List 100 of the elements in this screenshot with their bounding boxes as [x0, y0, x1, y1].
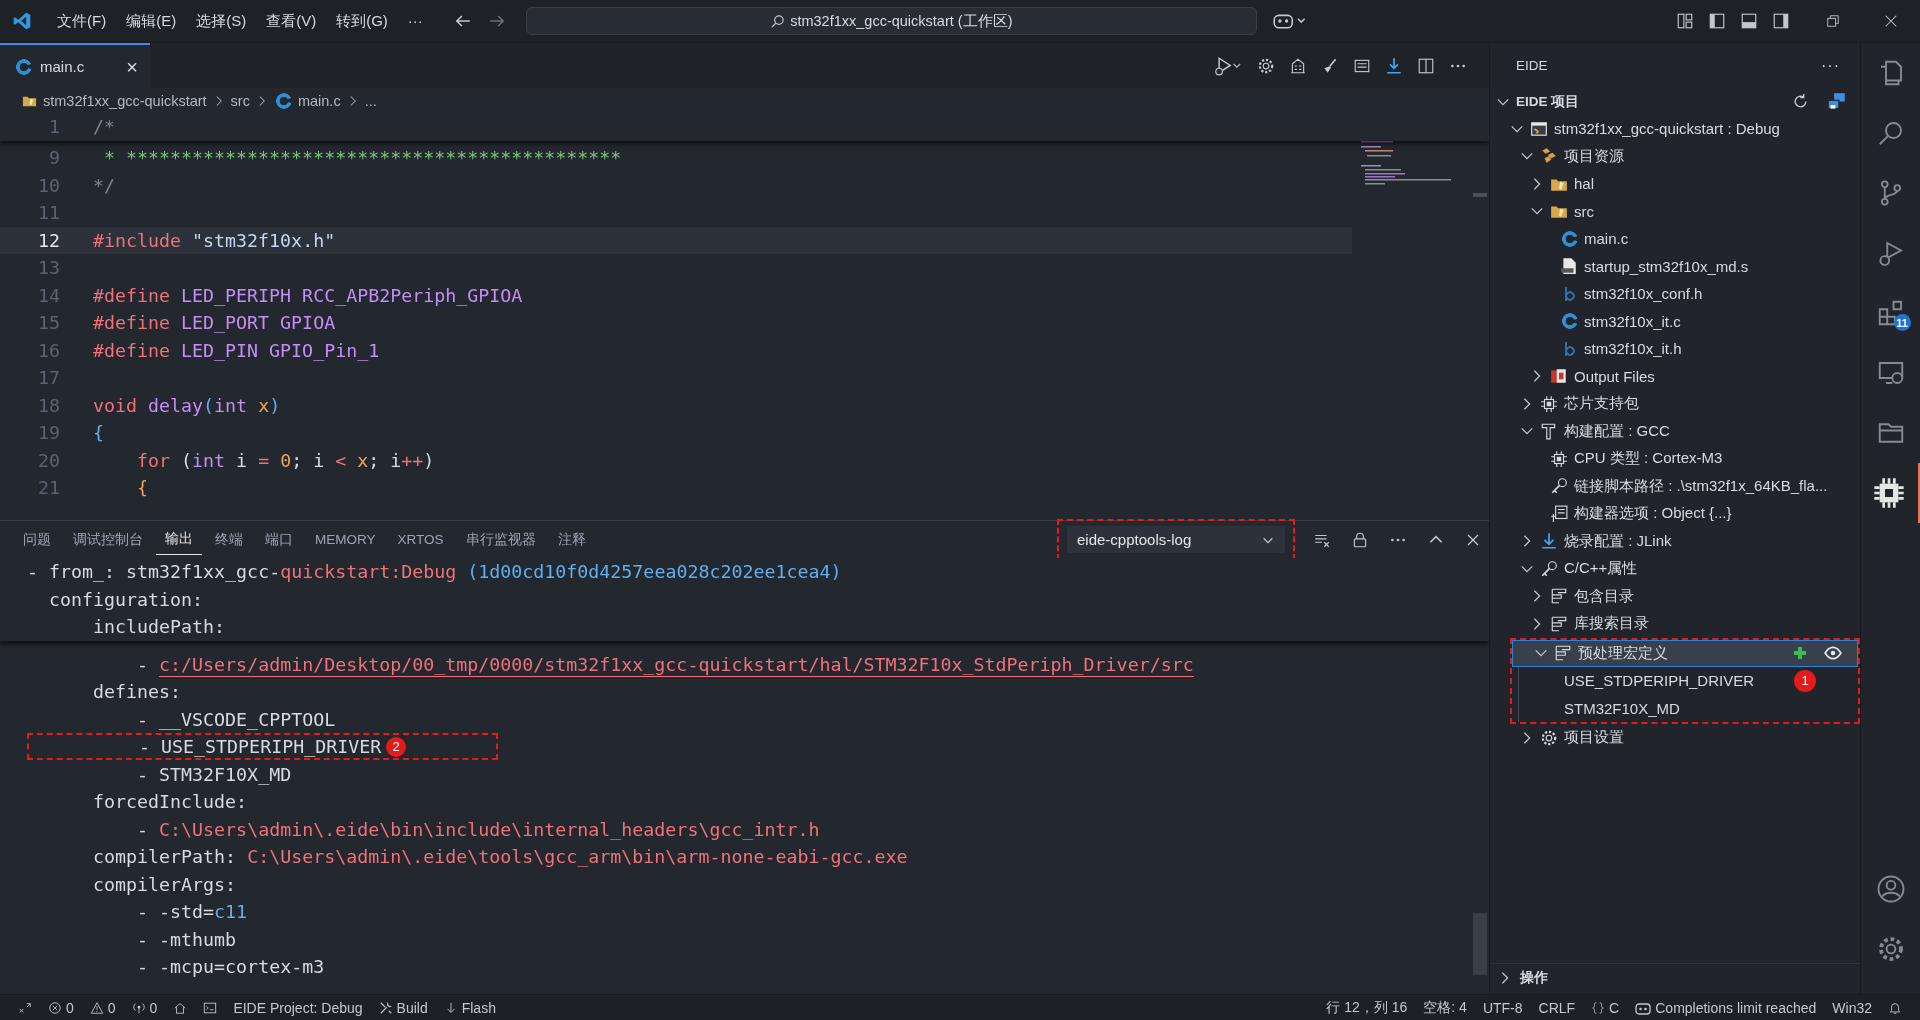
- tree-item[interactable]: 项目资源: [1490, 142, 1860, 170]
- menu-item[interactable]: ···: [398, 8, 432, 34]
- tree-item[interactable]: startup_stm32f10x_md.s: [1490, 252, 1860, 280]
- braces-icon: [1591, 1000, 1606, 1015]
- status-item[interactable]: 空格: 4: [1415, 998, 1475, 1017]
- tree-item-label: 构建器选项 : Object {...}: [1574, 504, 1732, 524]
- tree-item[interactable]: 项目设置: [1490, 724, 1860, 752]
- run-debug-icon[interactable]: [1213, 55, 1243, 76]
- layout-icon[interactable]: [1676, 12, 1694, 30]
- breadcrumb-item[interactable]: src: [230, 92, 250, 109]
- code-line: {: [136, 477, 149, 499]
- status-item[interactable]: Win32: [1824, 999, 1880, 1016]
- menu-item[interactable]: 查看(V): [257, 8, 326, 34]
- line-number: 20: [37, 449, 60, 471]
- scrollbar-thumb[interactable]: [1473, 913, 1487, 975]
- tree-item[interactable]: CPU 类型 : Cortex-M3: [1490, 445, 1860, 473]
- more-actions-button[interactable]: ···: [1821, 56, 1840, 75]
- line-number: 12: [37, 229, 60, 251]
- breadcrumb-item[interactable]: stm32f1xx_gcc-quickstart: [43, 92, 207, 109]
- settings-icon[interactable]: [1257, 56, 1275, 75]
- menu-item[interactable]: 文件(F): [48, 8, 116, 34]
- tree-item[interactable]: 包含目录: [1490, 582, 1860, 610]
- settings-icon: [1540, 728, 1558, 747]
- tree-item[interactable]: 构建配置 : GCC: [1490, 417, 1860, 445]
- scrollbar-thumb[interactable]: [1473, 193, 1487, 197]
- status-item[interactable]: Completions limit reached: [1627, 999, 1825, 1016]
- status-item[interactable]: 0: [81, 999, 124, 1016]
- tree-item[interactable]: hal: [1490, 170, 1860, 198]
- menu-item[interactable]: 选择(S): [187, 8, 256, 34]
- sidebar-toggle-icon[interactable]: [1708, 12, 1726, 30]
- windows-icon[interactable]: [1827, 92, 1846, 111]
- tree-item[interactable]: stm32f1xx_gcc-quickstart : Debug: [1490, 115, 1860, 143]
- tree-item[interactable]: Output Files: [1490, 362, 1860, 390]
- close-icon[interactable]: [1884, 14, 1898, 28]
- status-item[interactable]: Flash: [435, 999, 504, 1016]
- count-badge: 11: [1893, 314, 1911, 331]
- tree-item[interactable]: stm32f10x_conf.h: [1490, 280, 1860, 308]
- tree-item-label: STM32F10X_MD: [1564, 699, 1680, 717]
- code-line: {: [93, 422, 104, 444]
- tree-item[interactable]: stm32f10x_it.c: [1490, 307, 1860, 335]
- tree-item[interactable]: main.c: [1490, 225, 1860, 253]
- panel-tab[interactable]: 调试控制台: [64, 524, 152, 555]
- output-channel-dropdown[interactable]: eide-cpptools-log: [1067, 526, 1285, 553]
- panel-toggle-icon[interactable]: [1740, 12, 1758, 30]
- panel-tab[interactable]: 终端: [206, 524, 252, 555]
- section-title[interactable]: 操作: [1520, 969, 1548, 987]
- tree-item[interactable]: src: [1490, 197, 1860, 225]
- output-line: configuration:: [48, 588, 204, 610]
- tree-item[interactable]: 烧录配置 : JLink: [1490, 527, 1860, 555]
- terminal-icon: [203, 1000, 218, 1015]
- tree-item-label: hal: [1574, 175, 1595, 193]
- refresh-icon[interactable]: [1792, 93, 1809, 110]
- output-line: defines:: [92, 681, 182, 703]
- breadcrumb-item[interactable]: ...: [364, 92, 377, 109]
- panel-tab[interactable]: 注释: [548, 524, 595, 555]
- copilot-icon[interactable]: [1272, 12, 1307, 30]
- warning-icon: [89, 1000, 104, 1015]
- panel-tab[interactable]: 问题: [14, 524, 60, 555]
- tree-item[interactable]: 预处理宏定义: [1512, 639, 1858, 667]
- status-item[interactable]: UTF-8: [1474, 999, 1531, 1016]
- panel-tab[interactable]: 端口: [256, 524, 302, 555]
- editor-tab[interactable]: main.c ×: [0, 43, 150, 88]
- breadcrumb-item[interactable]: main.c: [297, 92, 341, 109]
- download-icon: [1540, 532, 1558, 551]
- panel-tab[interactable]: 输出: [156, 524, 202, 555]
- chip-icon[interactable]: [1873, 477, 1905, 509]
- secondary-sidebar-icon[interactable]: [1772, 12, 1790, 30]
- split-editor-icon[interactable]: [1417, 56, 1435, 75]
- status-item[interactable]: Build: [370, 999, 436, 1016]
- panel-tab[interactable]: 串行监视器: [456, 524, 545, 555]
- menu-item[interactable]: 转到(G): [327, 8, 397, 34]
- tree-item[interactable]: 构建器选项 : Object {...}: [1490, 500, 1860, 528]
- close-tab-button[interactable]: ×: [126, 56, 138, 77]
- menu-item[interactable]: 编辑(E): [117, 8, 186, 34]
- status-item[interactable]: 0: [40, 999, 82, 1016]
- panel-tab[interactable]: XRTOS: [388, 526, 453, 553]
- tree-item[interactable]: stm32f10x_it.h: [1490, 335, 1860, 363]
- building-icon[interactable]: [1289, 56, 1307, 75]
- account-icon[interactable]: [1875, 874, 1906, 904]
- status-item[interactable]: EIDE Project: Debug: [225, 999, 371, 1016]
- status-item[interactable]: C: [1583, 999, 1628, 1016]
- tree-item-label: stm32f10x_conf.h: [1584, 285, 1703, 303]
- add-icon[interactable]: [1792, 645, 1808, 662]
- status-item[interactable]: CRLF: [1530, 999, 1584, 1016]
- tree-item[interactable]: 链接脚本路径 : .\stm32f1x_64KB_fla...: [1490, 472, 1860, 500]
- panel-tab[interactable]: MEMORY: [306, 526, 385, 553]
- status-item[interactable]: 行 12，列 16: [1318, 998, 1416, 1017]
- command-center-search[interactable]: stm32f1xx_gcc-quickstart (工作区): [525, 7, 1257, 35]
- status-item[interactable]: 0: [123, 999, 166, 1016]
- section-title[interactable]: EIDE 项目: [1516, 92, 1580, 111]
- tree-item[interactable]: 库搜索目录: [1490, 610, 1860, 638]
- code-line: #include "stm32f10x.h": [93, 229, 336, 251]
- tree-item-label: src: [1574, 202, 1594, 220]
- tree-item[interactable]: C/C++属性: [1490, 555, 1860, 583]
- key-icon: [1540, 559, 1558, 578]
- output-line: - -std=c11: [136, 901, 248, 923]
- tree-item[interactable]: 芯片支持包: [1490, 390, 1860, 418]
- lock-icon[interactable]: [1351, 530, 1369, 549]
- download-icon[interactable]: [1385, 56, 1403, 75]
- restore-icon[interactable]: [1826, 14, 1840, 28]
